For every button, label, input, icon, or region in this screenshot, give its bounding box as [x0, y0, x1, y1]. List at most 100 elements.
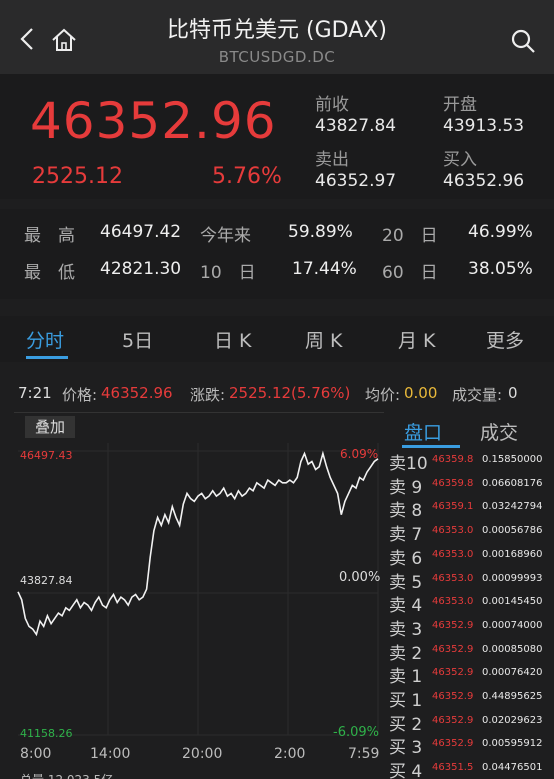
ytd-value: 59.89% — [288, 222, 353, 242]
orderbook-qty: 0.00595912 — [482, 738, 543, 750]
orderbook-row[interactable]: 卖 9 46359.8 0.06608176 — [386, 471, 554, 498]
orderbook-qty: 0.00099993 — [482, 572, 543, 584]
orderbook-side: 买 4 — [389, 762, 423, 779]
price-change-pct: 5.76% — [212, 164, 282, 189]
y-right-bottom: -6.09% — [333, 725, 379, 740]
orderbook-price: 46359.8 — [432, 477, 474, 489]
prev-close-value: 43827.84 — [315, 116, 397, 136]
orderbook-qty: 0.00074000 — [482, 619, 543, 631]
orderbook-row[interactable]: 卖 8 46359.1 0.03242794 — [386, 494, 554, 521]
orderbook-price: 46352.9 — [432, 738, 474, 750]
orderbook-price: 46351.5 — [432, 762, 474, 774]
stats-panel: 最 高 46497.42 今年来 59.89% 20 日 46.99% 最 低 … — [0, 209, 554, 299]
orderbook-price: 46352.9 — [432, 667, 474, 679]
orderbook-price: 46353.0 — [432, 596, 474, 608]
overlay-button[interactable]: 叠加 — [25, 416, 75, 438]
orderbook-row[interactable]: 卖 6 46353.0 0.00168960 — [386, 542, 554, 569]
intraday-chart[interactable] — [14, 412, 384, 762]
info-avg: 0.00 — [404, 384, 438, 402]
d60-value: 38.05% — [468, 259, 533, 279]
low-value: 42821.30 — [100, 259, 182, 279]
price-line-chart — [17, 443, 379, 736]
y-left-top: 46497.43 — [20, 449, 73, 462]
orderbook-qty: 0.00168960 — [482, 548, 543, 560]
high-label: 最 高 — [24, 226, 75, 246]
quote-panel: 46352.96 2525.12 5.76% 前收 43827.84 开盘 43… — [0, 74, 554, 199]
search-icon[interactable] — [510, 28, 536, 54]
crosshair-info-bar: 7:21 价格: 46352.96 涨跌: 2525.12(5.76%) 均价:… — [0, 380, 554, 408]
info-time: 7:21 — [18, 384, 52, 402]
orderbook-price: 46352.9 — [432, 643, 474, 655]
orderbook-row[interactable]: 买 1 46352.9 0.44895625 — [386, 684, 554, 711]
orderbook-price: 46353.0 — [432, 548, 474, 560]
bid-value: 46352.96 — [443, 171, 525, 191]
x-tick-label: 8:00 — [20, 746, 52, 762]
d60-label: 60 日 — [382, 263, 438, 283]
orderbook-qty: 0.00076420 — [482, 667, 543, 679]
tab-5day[interactable]: 5日 — [122, 326, 153, 353]
orderbook-qty: 0.00085080 — [482, 643, 543, 655]
orderbook-qty: 0.02029623 — [482, 714, 543, 726]
tab-trades[interactable]: 成交 — [480, 418, 518, 445]
orderbook-row[interactable]: 买 3 46352.9 0.00595912 — [386, 731, 554, 758]
orderbook-row[interactable]: 卖 2 46352.9 0.00085080 — [386, 637, 554, 664]
orderbook-row[interactable]: 卖10 46359.8 0.15850000 — [386, 447, 554, 474]
y-left-mid: 43827.84 — [20, 574, 73, 587]
app-screen: 比特币兑美元 (GDAX) BTCUSDGD.DC 46352.96 2525.… — [0, 0, 554, 779]
last-price: 46352.96 — [30, 92, 277, 150]
tab-intraday[interactable]: 分时 — [26, 326, 64, 353]
total-volume: 总量 12,023.5亿 — [20, 771, 113, 779]
orderbook-tabs: 盘口 成交 — [386, 412, 554, 448]
orderbook-price: 46353.0 — [432, 572, 474, 584]
tab-orderbook[interactable]: 盘口 — [404, 418, 442, 445]
orderbook-row[interactable]: 买 4 46351.5 0.04476501 — [386, 755, 554, 779]
orderbook-price: 46359.8 — [432, 454, 474, 465]
header-bar: 比特币兑美元 (GDAX) BTCUSDGD.DC — [0, 0, 554, 74]
period-tabs: 分时 5日 日 K 周 K 月 K 更多 — [0, 316, 554, 362]
tab-day-k[interactable]: 日 K — [214, 326, 252, 353]
tab-more[interactable]: 更多 — [486, 326, 524, 353]
orderbook-qty: 0.03242794 — [482, 501, 543, 513]
d20-value: 46.99% — [468, 222, 533, 242]
orderbook-price: 46352.9 — [432, 691, 474, 702]
active-tab-indicator — [26, 356, 68, 359]
orderbook-qty: 0.04476501 — [482, 762, 543, 774]
info-change-label: 涨跌: — [190, 386, 226, 404]
d10-value: 17.44% — [292, 259, 357, 279]
tab-month-k[interactable]: 月 K — [398, 326, 436, 353]
orderbook-qty: 0.06608176 — [482, 477, 543, 489]
page-title: 比特币兑美元 (GDAX) — [167, 18, 387, 43]
orderbook-qty: 0.44895625 — [482, 691, 543, 702]
info-volume-label: 成交量: — [452, 386, 503, 404]
low-label: 最 低 — [24, 263, 75, 283]
d10-label: 10 日 — [200, 263, 256, 283]
info-avg-label: 均价: — [365, 386, 401, 404]
y-right-mid: 0.00% — [339, 570, 381, 585]
orderbook-row[interactable]: 卖 1 46352.9 0.00076420 — [386, 660, 554, 687]
bid-label: 买入 — [443, 150, 477, 170]
d20-label: 20 日 — [382, 226, 438, 246]
orderbook-qty: 0.15850000 — [482, 454, 543, 465]
symbol-code: BTCUSDGD.DC — [218, 48, 336, 66]
orderbook-row[interactable]: 卖 5 46353.0 0.00099993 — [386, 566, 554, 593]
x-tick-label: 2:00 — [274, 746, 306, 762]
orderbook-price: 46353.0 — [432, 525, 474, 537]
ask-value: 46352.97 — [315, 171, 397, 191]
orderbook-row[interactable]: 买 2 46352.9 0.02029623 — [386, 708, 554, 735]
orderbook-price: 46352.9 — [432, 619, 474, 631]
tab-week-k[interactable]: 周 K — [305, 326, 343, 353]
open-label: 开盘 — [443, 95, 477, 115]
y-left-bottom: 41158.26 — [20, 727, 73, 740]
orderbook-row[interactable]: 卖 3 46352.9 0.00074000 — [386, 613, 554, 640]
orderbook-price: 46359.1 — [432, 501, 474, 513]
x-tick-label: 14:00 — [90, 746, 131, 762]
orderbook-qty: 0.00145450 — [482, 596, 543, 608]
orderbook-qty: 0.00056786 — [482, 525, 543, 537]
info-volume: 0 — [508, 384, 518, 402]
prev-close-label: 前收 — [315, 95, 349, 115]
orderbook-row[interactable]: 卖 7 46353.0 0.00056786 — [386, 518, 554, 545]
info-price-label: 价格: — [62, 386, 98, 404]
info-price: 46352.96 — [101, 384, 173, 402]
orderbook-row[interactable]: 卖 4 46353.0 0.00145450 — [386, 589, 554, 616]
high-value: 46497.42 — [100, 222, 182, 242]
